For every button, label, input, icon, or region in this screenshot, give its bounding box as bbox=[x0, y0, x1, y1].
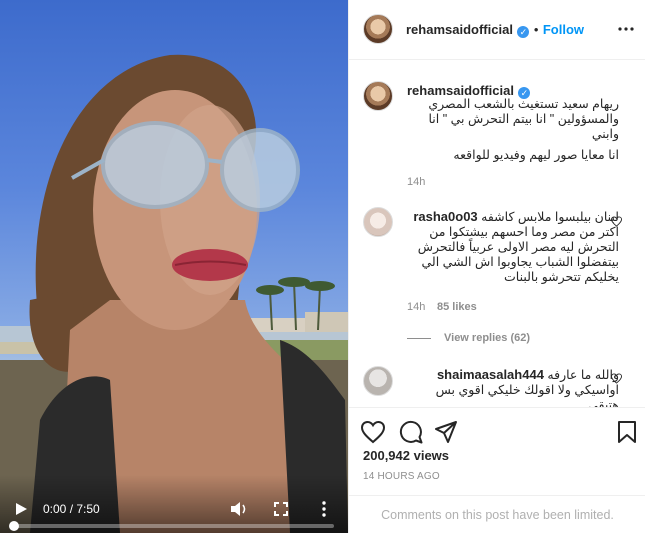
caption-avatar[interactable] bbox=[363, 81, 393, 111]
duration: 7:50 bbox=[76, 502, 100, 516]
header-line: rehamsaidofficial ✓ • Follow bbox=[406, 21, 584, 39]
play-icon[interactable] bbox=[14, 502, 28, 516]
video-time: 0:00 / 7:50 bbox=[43, 502, 100, 516]
commenter-avatar[interactable] bbox=[363, 207, 393, 237]
current-time: 0:00 bbox=[43, 502, 67, 516]
header-separator: • bbox=[533, 22, 539, 37]
video-player[interactable]: 0:00 / 7:50 bbox=[0, 0, 348, 533]
post-panel: rehamsaidofficial ✓ • Follow rehamsaidof… bbox=[348, 0, 645, 533]
view-replies-link[interactable]: View replies (62) bbox=[444, 332, 530, 344]
comment-username[interactable]: shaimaasalah444 bbox=[437, 367, 544, 382]
author-username[interactable]: rehamsaidofficial bbox=[406, 22, 513, 37]
fullscreen-icon[interactable] bbox=[274, 502, 288, 516]
like-heart-icon[interactable] bbox=[361, 420, 385, 444]
comments-limited-notice: Comments on this post have been limited. bbox=[349, 495, 645, 533]
video-progress-knob[interactable] bbox=[9, 521, 19, 531]
save-bookmark-icon[interactable] bbox=[615, 420, 639, 444]
comment-bubble-icon[interactable] bbox=[399, 420, 423, 444]
comment-like-heart-icon[interactable] bbox=[611, 373, 622, 384]
volume-icon[interactable] bbox=[230, 501, 248, 517]
author-avatar[interactable] bbox=[363, 14, 393, 44]
follow-button[interactable]: Follow bbox=[543, 22, 584, 37]
caption-text: ريهام سعيد تستغيث بالشعب المصري والمسؤول… bbox=[428, 97, 619, 141]
post-actions: 200,942 views 14 HOURS AGO bbox=[349, 407, 645, 495]
replies-divider bbox=[407, 338, 431, 339]
verified-badge-icon: ✓ bbox=[517, 26, 530, 38]
comment-like-heart-icon[interactable] bbox=[611, 216, 622, 227]
video-controls: 0:00 / 7:50 bbox=[0, 475, 348, 533]
comment-time: 14h bbox=[407, 301, 426, 313]
caption-time: 14h bbox=[407, 176, 426, 188]
video-progress-bar[interactable] bbox=[9, 521, 334, 531]
comment-username[interactable]: rasha0o03 bbox=[413, 209, 477, 224]
time-separator: / bbox=[66, 502, 77, 516]
video-frame bbox=[0, 54, 348, 533]
comment-body: rasha0o03 لبنان بيلبسوا ملابس كاشفه اكتر… bbox=[407, 209, 619, 285]
caption-text-2: انا معايا صور ليهم وفيديو للواقعه bbox=[453, 148, 619, 162]
share-paper-plane-icon[interactable] bbox=[434, 420, 458, 444]
comment-body: shaimaasalah444 والله ما عارفه اواسيكي و… bbox=[407, 367, 619, 407]
comments-section[interactable]: rehamsaidofficial ✓ ريهام سعيد تستغيث با… bbox=[349, 61, 645, 407]
comment-likes[interactable]: 85 likes bbox=[437, 301, 477, 313]
commenter-avatar[interactable] bbox=[363, 366, 393, 396]
lips bbox=[172, 249, 248, 281]
post-options-icon[interactable] bbox=[618, 22, 634, 36]
post-header: rehamsaidofficial ✓ • Follow bbox=[349, 0, 645, 60]
post-timestamp[interactable]: 14 HOURS AGO bbox=[363, 471, 440, 482]
view-count[interactable]: 200,942 views bbox=[363, 448, 449, 463]
video-more-icon[interactable] bbox=[320, 501, 328, 517]
caption-username[interactable]: rehamsaidofficial bbox=[407, 83, 514, 98]
